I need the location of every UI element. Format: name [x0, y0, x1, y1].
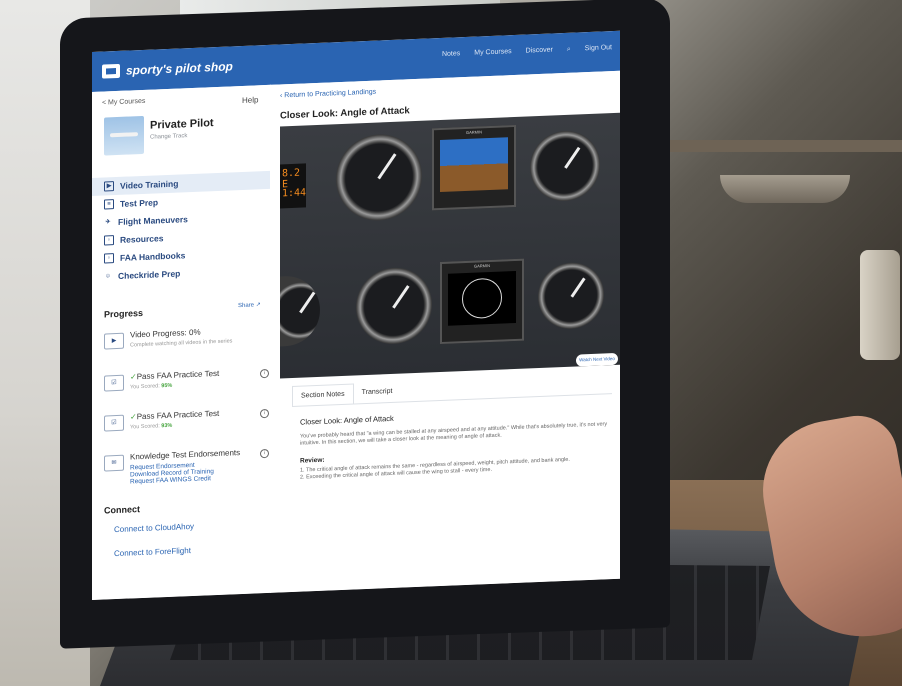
logo-text: sporty's pilot shop	[126, 59, 233, 78]
vertical-speed-gauge	[538, 261, 604, 331]
score-label: You Scored:	[130, 423, 160, 431]
course-title: Private Pilot	[150, 117, 214, 132]
info-icon[interactable]: i	[260, 368, 269, 379]
sidebar-item-label: FAA Handbooks	[120, 250, 186, 263]
nav-my-courses[interactable]: My Courses	[474, 48, 511, 57]
review-list: 1. The critical angle of attack remains …	[300, 455, 620, 482]
practice-test-score: You Scored: 93%	[130, 423, 172, 431]
notes-title: Closer Look: Angle of Attack	[300, 413, 394, 427]
back-link-label: Return to Practicing Landings	[284, 88, 377, 100]
logo-icon	[102, 63, 120, 79]
check-icon: ✓	[130, 372, 137, 382]
video-title: Closer Look: Angle of Attack	[280, 105, 410, 122]
share-label: Share	[238, 302, 255, 310]
practice-test-title: ✓Pass FAA Practice Test	[130, 409, 219, 422]
person-icon: ☺	[104, 273, 112, 280]
search-icon[interactable]: ⌕	[567, 46, 571, 54]
change-track-link[interactable]: Change Track	[150, 133, 187, 141]
share-icon: ↗	[255, 302, 261, 309]
document-icon: ≡	[104, 199, 114, 210]
altimeter-gauge	[530, 129, 600, 203]
check-icon: ✓	[130, 412, 137, 422]
plane-icon: ✈	[105, 219, 111, 226]
background-shelf	[660, 140, 902, 152]
nav-discover[interactable]: Discover	[526, 46, 553, 55]
hsi-display: GARMIN	[440, 258, 524, 345]
garmin-logo: GARMIN	[474, 263, 490, 269]
tab-transcript[interactable]: Transcript	[354, 382, 401, 404]
site-logo[interactable]: sporty's pilot shop	[102, 59, 233, 79]
my-courses-link[interactable]: < My Courses	[102, 98, 145, 107]
video-progress-text: Video Progress: 0%	[130, 327, 201, 340]
book-icon: ▫	[104, 235, 114, 246]
practice-test-title-text: Pass FAA Practice Test	[136, 408, 220, 422]
sidebar-item-label: Resources	[120, 233, 164, 245]
course-thumbnail	[104, 115, 144, 156]
practice-test-item-2: ☑ ✓Pass FAA Practice Test You Scored: 93…	[104, 407, 269, 439]
video-progress-icon: ▶	[104, 332, 124, 350]
sidebar-item-label: Checkride Prep	[118, 268, 181, 281]
edge-gauge	[280, 274, 320, 347]
info-icon[interactable]: i	[260, 448, 269, 459]
course-menu: ▶ Video Training ≡ Test Prep ✈ Flight Ma…	[92, 170, 270, 286]
attitude-screen	[440, 137, 508, 193]
tab-section-notes[interactable]: Section Notes	[292, 383, 354, 406]
top-nav: Notes My Courses Discover ⌕ Sign Out	[442, 44, 612, 59]
watch-next-video-button[interactable]: Watch Next Video	[576, 352, 618, 367]
video-player[interactable]: 8.2 E 1:44 GARMIN GARMIN Watch Next Vide…	[280, 112, 620, 379]
main-content: ‹ Return to Practicing Landings Closer L…	[270, 70, 620, 593]
endorsements-item: ✉ Knowledge Test Endorsements i Request …	[104, 447, 269, 497]
connect-foreflight-link[interactable]: Connect to ForeFlight	[114, 546, 191, 558]
endorsements-title: Knowledge Test Endorsements	[130, 448, 241, 462]
airspeed-indicator-gauge	[336, 132, 422, 223]
connect-heading: Connect	[104, 504, 140, 516]
chevron-left-icon: ‹	[280, 92, 283, 100]
engine-display: 8.2 E 1:44	[280, 163, 307, 209]
score-value: 95%	[161, 382, 173, 390]
video-icon: ▶	[104, 181, 114, 192]
laptop-screen: sporty's pilot shop Notes My Courses Dis…	[92, 30, 620, 600]
sidebar-item-label: Flight Maneuvers	[118, 214, 188, 227]
endorsement-icon: ✉	[104, 454, 124, 472]
turn-coordinator-gauge	[356, 266, 432, 346]
practice-test-title-text: Pass FAA Practice Test	[136, 368, 220, 382]
background-mug	[860, 250, 900, 360]
test-badge-icon: ☑	[104, 374, 124, 392]
video-progress-note: Complete watching all videos in the seri…	[130, 338, 233, 349]
progress-heading: Progress	[104, 307, 144, 320]
practice-test-title: ✓Pass FAA Practice Test	[130, 369, 219, 382]
course-sidebar: < My Courses Help Private Pilot Change T…	[92, 84, 271, 600]
sidebar-item-label: Test Prep	[120, 197, 159, 209]
connect-cloudahoy-link[interactable]: Connect to CloudAhoy	[114, 522, 194, 534]
help-link[interactable]: Help	[242, 95, 258, 105]
score-value: 93%	[161, 422, 173, 430]
attitude-display: GARMIN	[432, 124, 516, 211]
video-progress-item: ▶ Video Progress: 0% Complete watching a…	[104, 325, 264, 357]
notes-body: You've probably heard that "a wing can b…	[300, 421, 608, 447]
share-link[interactable]: Share ↗	[238, 301, 261, 309]
practice-test-item-1: ☑ ✓Pass FAA Practice Test You Scored: 95…	[104, 367, 269, 399]
practice-test-score: You Scored: 95%	[130, 383, 172, 391]
info-icon[interactable]: i	[260, 408, 269, 419]
score-label: You Scored:	[130, 383, 160, 391]
background-bowl	[720, 175, 850, 203]
endorsement-links: Request Endorsement Download Record of T…	[130, 461, 214, 486]
garmin-logo: GARMIN	[466, 129, 482, 135]
engine-readout-2: 1:44	[282, 187, 307, 200]
review-heading: Review:	[300, 456, 325, 465]
sidebar-item-label: Video Training	[120, 178, 179, 191]
back-link[interactable]: ‹ Return to Practicing Landings	[280, 89, 376, 100]
hsi-screen	[448, 270, 516, 326]
test-badge-icon: ☑	[104, 414, 124, 432]
nav-notes[interactable]: Notes	[442, 50, 460, 59]
handbook-icon: ▫	[104, 253, 114, 264]
nav-sign-out[interactable]: Sign Out	[585, 44, 612, 53]
